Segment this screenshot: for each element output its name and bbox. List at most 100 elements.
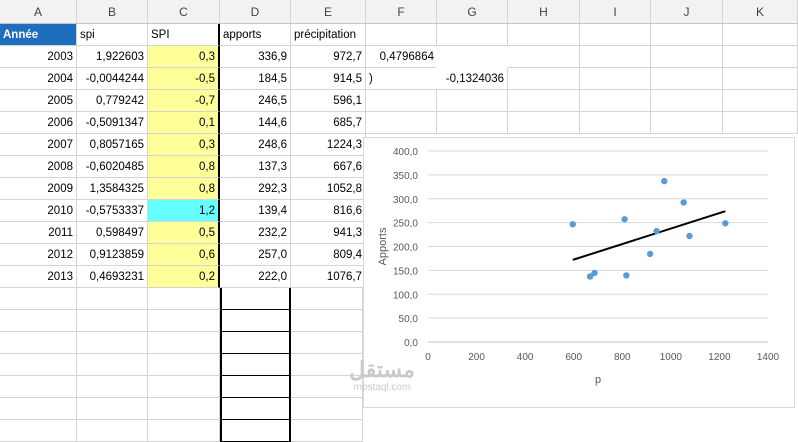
empty-cell[interactable]: [580, 46, 651, 68]
empty-cell[interactable]: [580, 112, 651, 134]
empty-cell[interactable]: [366, 112, 437, 134]
cell-precip-2003[interactable]: 972,7: [291, 46, 366, 68]
empty-cell[interactable]: [0, 420, 77, 442]
cell-SPI-2007[interactable]: 0,3: [148, 134, 220, 156]
empty-cell[interactable]: [508, 46, 580, 68]
cell-header-annee[interactable]: Année: [0, 24, 77, 46]
empty-cell[interactable]: [77, 332, 148, 354]
scatter-chart[interactable]: 0,0 50,0 100,0 150,0 200,0 250,0 300,0 350,0 400…: [363, 137, 795, 408]
cell-G1[interactable]: [437, 24, 508, 46]
col-header-B[interactable]: B: [77, 0, 148, 24]
cell-apports-2013[interactable]: 222,0: [220, 266, 291, 288]
empty-cell[interactable]: [77, 420, 148, 442]
cell-spi-2003[interactable]: 1,922603: [77, 46, 148, 68]
cell-apports-2010[interactable]: 139,4: [220, 200, 291, 222]
cell-SPI-2009[interactable]: 0,8: [148, 178, 220, 200]
empty-cell[interactable]: [220, 310, 291, 332]
col-header-E[interactable]: E: [291, 0, 366, 24]
empty-cell[interactable]: [508, 68, 580, 90]
cell-spi-2008[interactable]: -0,6020485: [77, 156, 148, 178]
cell-SPI-2006[interactable]: 0,1: [148, 112, 220, 134]
col-header-D[interactable]: D: [220, 0, 291, 24]
empty-cell[interactable]: [437, 90, 508, 112]
empty-cell[interactable]: [220, 376, 291, 398]
empty-cell[interactable]: [508, 90, 580, 112]
cell-SPI-2012[interactable]: 0,6: [148, 244, 220, 266]
cell-SPI-2008[interactable]: 0,8: [148, 156, 220, 178]
cell-spi-2011[interactable]: 0,598497: [77, 222, 148, 244]
cell-apports-2007[interactable]: 248,6: [220, 134, 291, 156]
cell-G3[interactable]: -0,1324036: [437, 68, 508, 90]
empty-cell[interactable]: [148, 332, 220, 354]
cell-SPI-2011[interactable]: 0,5: [148, 222, 220, 244]
empty-cell[interactable]: [291, 288, 363, 310]
empty-cell[interactable]: [0, 310, 77, 332]
empty-cell[interactable]: [148, 398, 220, 420]
empty-cell[interactable]: [148, 420, 220, 442]
cell-precip-2006[interactable]: 685,7: [291, 112, 366, 134]
empty-cell[interactable]: [77, 288, 148, 310]
cell-SPI-2010[interactable]: 1,2: [148, 200, 220, 222]
cell-apports-2005[interactable]: 246,5: [220, 90, 291, 112]
cell-apports-2008[interactable]: 137,3: [220, 156, 291, 178]
col-header-J[interactable]: J: [651, 0, 723, 24]
empty-cell[interactable]: [148, 310, 220, 332]
empty-cell[interactable]: [651, 90, 723, 112]
empty-cell[interactable]: [0, 398, 77, 420]
cell-spi-2010[interactable]: -0,5753337: [77, 200, 148, 222]
cell-spi-2005[interactable]: 0,779242: [77, 90, 148, 112]
cell-H1[interactable]: [508, 24, 580, 46]
empty-cell[interactable]: [0, 332, 77, 354]
empty-cell[interactable]: [220, 398, 291, 420]
empty-cell[interactable]: [291, 332, 363, 354]
empty-cell[interactable]: [437, 112, 508, 134]
cell-precip-2008[interactable]: 667,6: [291, 156, 366, 178]
cell-annee-2006[interactable]: 2006: [0, 112, 77, 134]
cell-J1[interactable]: [651, 24, 723, 46]
empty-cell[interactable]: [291, 420, 363, 442]
cell-precip-2007[interactable]: 1224,3: [291, 134, 366, 156]
empty-cell[interactable]: [77, 354, 148, 376]
cell-apports-2012[interactable]: 257,0: [220, 244, 291, 266]
cell-annee-2009[interactable]: 2009: [0, 178, 77, 200]
empty-cell[interactable]: [220, 288, 291, 310]
cell-precip-2005[interactable]: 596,1: [291, 90, 366, 112]
cell-precip-2012[interactable]: 809,4: [291, 244, 366, 266]
empty-cell[interactable]: [723, 46, 798, 68]
empty-cell[interactable]: [651, 112, 723, 134]
cell-annee-2011[interactable]: 2011: [0, 222, 77, 244]
cell-header-spi[interactable]: spi: [77, 24, 148, 46]
empty-cell[interactable]: [723, 112, 798, 134]
cell-apports-2003[interactable]: 336,9: [220, 46, 291, 68]
cell-spi-2013[interactable]: 0,4693231: [77, 266, 148, 288]
cell-precip-2004[interactable]: 914,5: [291, 68, 366, 90]
empty-cell[interactable]: [580, 68, 651, 90]
empty-cell[interactable]: [651, 68, 723, 90]
empty-cell[interactable]: [291, 310, 363, 332]
col-header-F[interactable]: F: [366, 0, 437, 24]
cell-F2[interactable]: 0,4796864: [366, 46, 437, 68]
cell-annee-2012[interactable]: 2012: [0, 244, 77, 266]
empty-cell[interactable]: [651, 46, 723, 68]
cell-SPI-2005[interactable]: -0,7: [148, 90, 220, 112]
cell-header-SPI[interactable]: SPI: [148, 24, 220, 46]
cell-apports-2006[interactable]: 144,6: [220, 112, 291, 134]
empty-cell[interactable]: [148, 288, 220, 310]
cell-annee-2003[interactable]: 2003: [0, 46, 77, 68]
empty-cell[interactable]: [723, 68, 798, 90]
cell-F3[interactable]: ): [366, 68, 437, 90]
cell-spi-2012[interactable]: 0,9123859: [77, 244, 148, 266]
cell-apports-2009[interactable]: 292,3: [220, 178, 291, 200]
col-header-G[interactable]: G: [437, 0, 508, 24]
cell-header-apports[interactable]: apports: [220, 24, 291, 46]
empty-cell[interactable]: [0, 288, 77, 310]
cell-spi-2006[interactable]: -0,5091347: [77, 112, 148, 134]
cell-annee-2010[interactable]: 2010: [0, 200, 77, 222]
cell-precip-2009[interactable]: 1052,8: [291, 178, 366, 200]
cell-apports-2004[interactable]: 184,5: [220, 68, 291, 90]
empty-cell[interactable]: [723, 90, 798, 112]
empty-cell[interactable]: [508, 112, 580, 134]
col-header-C[interactable]: C: [148, 0, 220, 24]
empty-cell[interactable]: [220, 332, 291, 354]
cell-SPI-2013[interactable]: 0,2: [148, 266, 220, 288]
